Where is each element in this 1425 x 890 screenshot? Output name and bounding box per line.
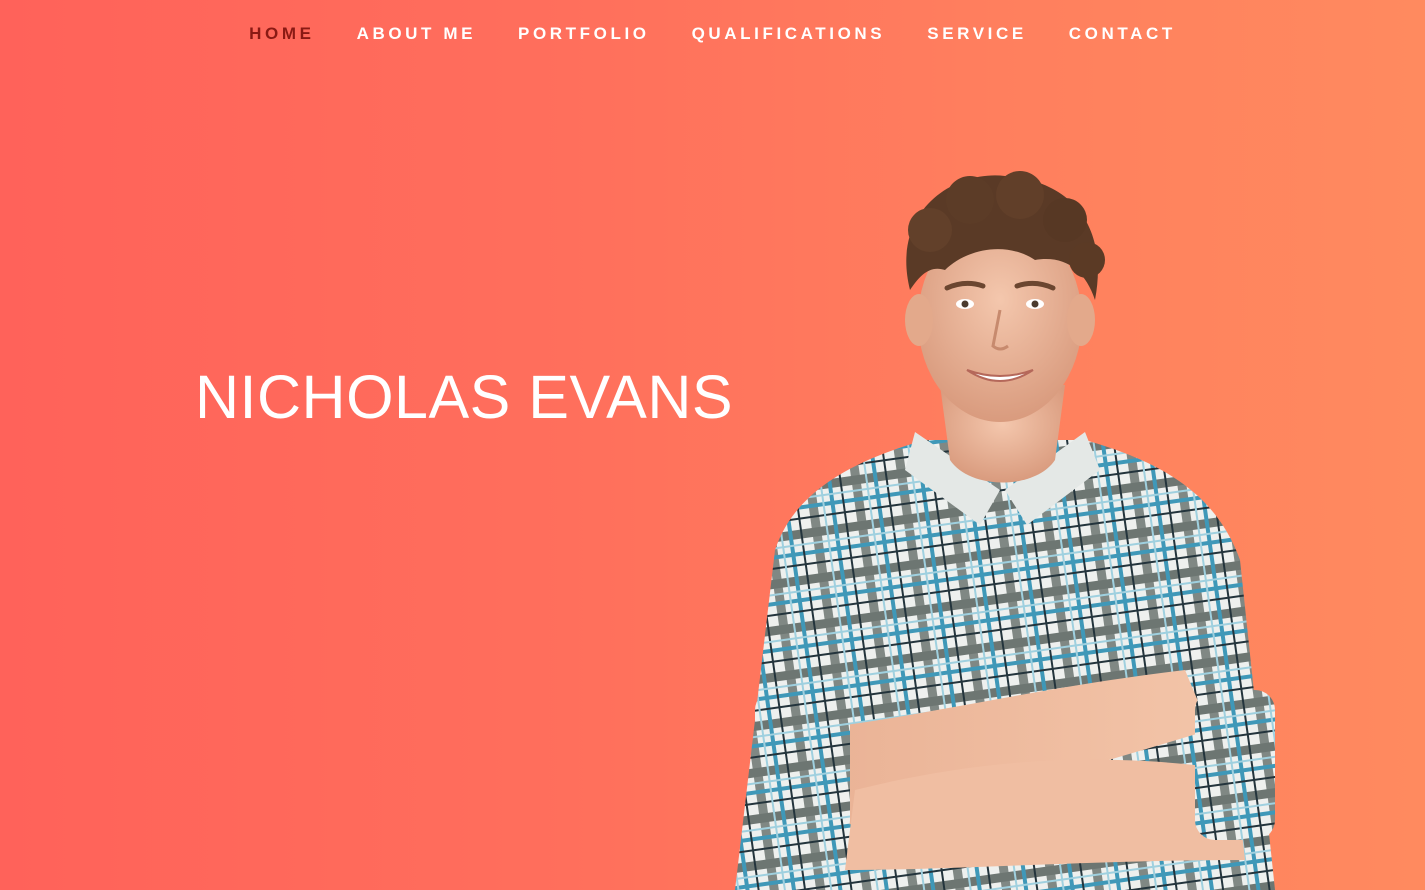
main-nav: HOME ABOUT ME PORTFOLIO QUALIFICATIONS S… (0, 22, 1425, 46)
portrait-photo (735, 171, 1275, 890)
nav-item-qualifications[interactable]: QUALIFICATIONS (692, 22, 886, 46)
nav-item-about-me[interactable]: ABOUT ME (357, 22, 476, 46)
nav-item-home[interactable]: HOME (249, 22, 314, 46)
hero-name: NICHOLAS EVANS (195, 362, 734, 431)
nav-item-service[interactable]: SERVICE (927, 22, 1027, 46)
hero-section: HOME ABOUT ME PORTFOLIO QUALIFICATIONS S… (0, 0, 1425, 890)
nav-item-contact[interactable]: CONTACT (1069, 22, 1176, 46)
nav-item-portfolio[interactable]: PORTFOLIO (518, 22, 650, 46)
